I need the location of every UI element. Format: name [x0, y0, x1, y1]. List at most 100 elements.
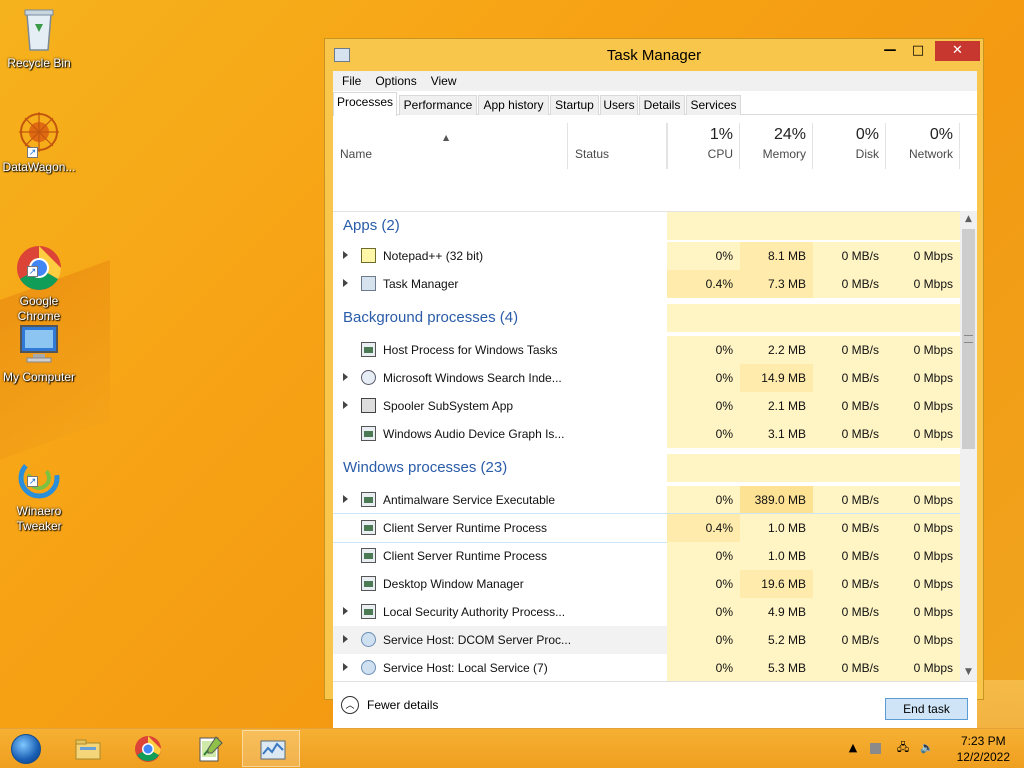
heat-cell [813, 304, 886, 332]
file-explorer-icon [75, 739, 101, 760]
process-network: 0 Mbps [886, 242, 960, 270]
clock-time: 7:23 PM [960, 734, 1006, 748]
heat-cell [886, 212, 960, 240]
close-button[interactable]: ✕ [935, 41, 980, 61]
process-name: Service Host: DCOM Server Proc... [383, 633, 572, 647]
fewer-details-button[interactable]: ︿ Fewer details [341, 696, 438, 714]
start-button[interactable] [6, 733, 46, 765]
column-header-status[interactable]: Status [567, 123, 667, 169]
tab-performance[interactable]: Performance [399, 95, 477, 115]
tab-app-history[interactable]: App history [478, 95, 549, 115]
process-disk: 0 MB/s [813, 270, 886, 298]
volume-icon[interactable]: 🔈 [920, 741, 934, 755]
column-header-cpu[interactable]: 1% CPU [667, 123, 740, 169]
heat-cell [740, 212, 813, 240]
minimize-button[interactable]: — [877, 41, 903, 61]
process-list: Apps (2) Notepad++ (32 bit) 0% 8.1 MB 0 MB/s… [333, 211, 960, 681]
task-manager-window: Task Manager — □ ✕ File Options View Pro… [324, 38, 984, 733]
process-row[interactable]: Service Host: DCOM Server Proc... 0% 5.2 M… [333, 626, 960, 654]
tab-services[interactable]: Services [686, 95, 741, 115]
chrome-icon [135, 736, 161, 762]
network-total: 0% [929, 126, 953, 143]
process-network: 0 Mbps [886, 542, 960, 570]
group-header: Apps (2) [333, 212, 960, 240]
network-icon[interactable]: 🖧 [896, 741, 910, 755]
tab-details[interactable]: Details [639, 95, 685, 115]
process-row[interactable]: Host Process for Windows Tasks 0% 2.2 MB 0 … [333, 336, 960, 364]
process-memory: 2.2 MB [740, 336, 813, 364]
desktop-icon-winaero-tweaker[interactable]: ↗ Winaero Tweaker [2, 424, 76, 549]
process-row[interactable]: Client Server Runtime Process 0.4% 1.0 MB 0… [333, 513, 960, 543]
desktop-icon-my-computer[interactable]: My Computer [2, 320, 76, 385]
heat-cell [740, 454, 813, 482]
process-network: 0 Mbps [886, 654, 960, 681]
desktop-icon-datawagon[interactable]: ↗ DataWagon... [2, 110, 76, 175]
process-network: 0 Mbps [886, 336, 960, 364]
process-cpu: 0% [667, 392, 740, 420]
maximize-button[interactable]: □ [905, 41, 931, 61]
column-header-disk[interactable]: 0% Disk [813, 123, 886, 169]
menu-view[interactable]: View [424, 71, 464, 91]
process-row[interactable]: Antimalware Service Executable 0% 389.0 MB… [333, 486, 960, 514]
process-name: Client Server Runtime Process [383, 549, 548, 563]
tab-startup[interactable]: Startup [550, 95, 599, 115]
chrome-icon: ↗ [15, 229, 63, 290]
taskbar-file-explorer[interactable] [58, 730, 116, 767]
process-disk: 0 MB/s [813, 364, 886, 392]
process-cpu: 0% [667, 598, 740, 626]
group-title: Windows processes (23) [343, 459, 508, 476]
process-name: Host Process for Windows Tasks [383, 343, 558, 357]
tab-strip: Processes Performance App history Startu… [333, 91, 977, 116]
heat-cell [813, 212, 886, 240]
process-row[interactable]: Service Host: Local Service (7) 0% 5.3 MB 0… [333, 654, 960, 681]
heat-cell [667, 304, 740, 332]
process-disk: 0 MB/s [813, 336, 886, 364]
scroll-down-icon[interactable]: ▼ [960, 664, 977, 681]
process-network: 0 Mbps [886, 420, 960, 448]
process-disk: 0 MB/s [813, 420, 886, 448]
process-disk: 0 MB/s [813, 626, 886, 654]
cpu-total: 1% [709, 126, 733, 143]
process-row[interactable]: Notepad++ (32 bit) 0% 8.1 MB 0 MB/s 0 Mbps [333, 242, 960, 270]
menu-file[interactable]: File [335, 71, 368, 91]
process-row[interactable]: Microsoft Windows Search Inde... 0% 14.9 M… [333, 364, 960, 392]
process-cpu: 0% [667, 626, 740, 654]
process-memory: 1.0 MB [740, 514, 813, 542]
menu-options[interactable]: Options [368, 71, 423, 91]
menu-bar: File Options View [333, 71, 977, 91]
show-hidden-icons-icon[interactable]: ▲ [846, 741, 860, 755]
process-row[interactable]: Spooler SubSystem App 0% 2.1 MB 0 MB/s 0 Mbp… [333, 392, 960, 420]
recycle-bin-icon [15, 6, 63, 54]
desktop-icon-label: Recycle Bin [7, 56, 71, 70]
column-header-network[interactable]: 0% Network [886, 123, 960, 169]
notepad-icon [199, 736, 223, 762]
vertical-scrollbar[interactable]: ▲ ▼ [960, 211, 977, 681]
winaero-icon: ↗ [15, 439, 63, 499]
end-task-button[interactable]: End task [885, 698, 968, 720]
scroll-up-icon[interactable]: ▲ [960, 211, 977, 228]
clock[interactable]: 7:23 PM 12/2/2022 [957, 733, 1010, 765]
desktop-icon-recycle-bin[interactable]: Recycle Bin [2, 6, 76, 71]
process-row[interactable]: Windows Audio Device Graph Is... 0% 3.1 MB… [333, 420, 960, 448]
title-bar[interactable]: Task Manager — □ ✕ [325, 39, 983, 71]
action-center-icon[interactable] [870, 743, 881, 754]
process-row[interactable]: Client Server Runtime Process 0% 1.0 MB 0 M… [333, 542, 960, 570]
group-header: Background processes (4) [333, 304, 960, 332]
desktop-icon-label: DataWagon... [2, 160, 76, 174]
process-cpu: 0.4% [667, 514, 740, 542]
process-memory: 19.6 MB [740, 570, 813, 598]
tab-processes[interactable]: Processes [333, 92, 397, 116]
group-title: Apps (2) [343, 217, 400, 234]
process-row[interactable]: Local Security Authority Process... 0% 4.9… [333, 598, 960, 626]
process-memory: 1.0 MB [740, 542, 813, 570]
taskbar-notepad-plus-plus[interactable] [180, 730, 238, 767]
taskbar-chrome[interactable] [118, 730, 176, 767]
process-row[interactable]: Desktop Window Manager 0% 19.6 MB 0 MB/s 0 M… [333, 570, 960, 598]
process-row[interactable]: Task Manager 0.4% 7.3 MB 0 MB/s 0 Mbps [333, 270, 960, 298]
taskbar-task-manager[interactable] [242, 730, 300, 767]
tab-users[interactable]: Users [600, 95, 638, 115]
column-header-memory[interactable]: 24% Memory [740, 123, 813, 169]
heat-cell [667, 212, 740, 240]
column-header-name[interactable]: Name [333, 123, 567, 169]
process-name: Microsoft Windows Search Inde... [383, 371, 562, 385]
